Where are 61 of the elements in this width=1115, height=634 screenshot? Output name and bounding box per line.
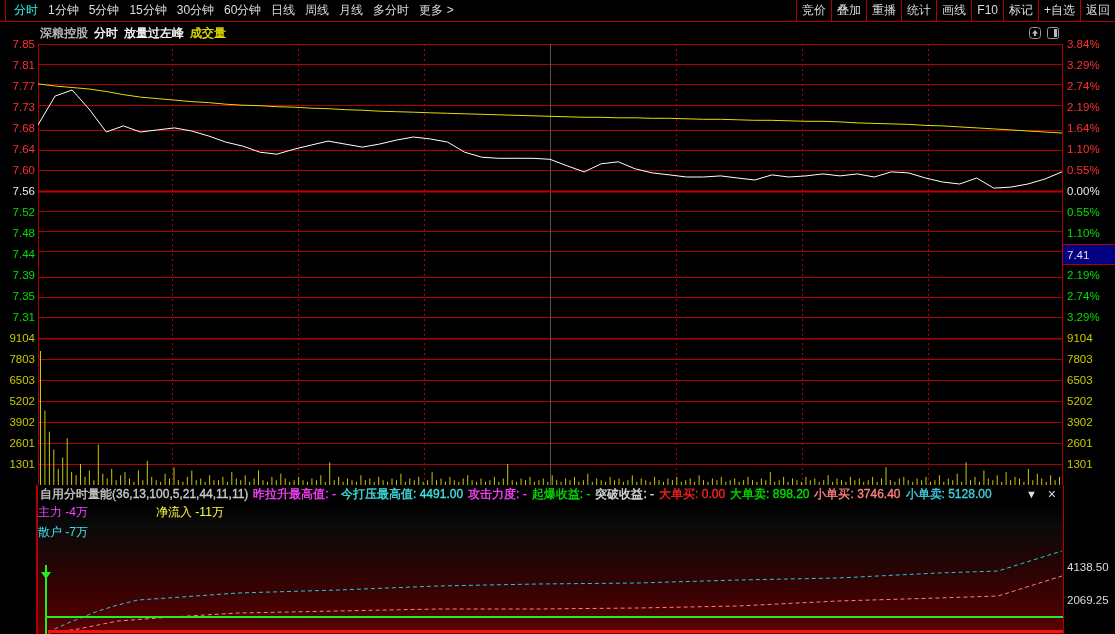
percent-axis-label: 3.84% bbox=[1066, 36, 1101, 52]
price-axis-label: 7.73 bbox=[11, 99, 36, 115]
volume-axis-label: 7803 bbox=[1066, 351, 1094, 367]
price-axis-label: 7.56 bbox=[11, 183, 36, 199]
volume-axis-label: 7803 bbox=[8, 351, 36, 367]
price-axis-label: 7.64 bbox=[11, 141, 36, 157]
indicator-value: 大单卖: 898.20 bbox=[730, 485, 810, 503]
percent-axis-label: 2.74% bbox=[1066, 288, 1101, 304]
indicator-value: 攻击力度: - bbox=[468, 485, 527, 503]
indicator-value: 突破收益: - bbox=[595, 485, 655, 503]
volume-axis-label: 5202 bbox=[1066, 393, 1094, 409]
price-axis-label: 7.39 bbox=[11, 267, 36, 283]
price-axis-label: 7.48 bbox=[11, 225, 36, 241]
price-axis-label: 7.77 bbox=[11, 78, 36, 94]
volume-axis-label: 1301 bbox=[1066, 456, 1094, 472]
percent-axis-label: 3.29% bbox=[1066, 57, 1101, 73]
percent-axis-label: 1.64% bbox=[1066, 120, 1101, 136]
percent-axis-label: 0.55% bbox=[1066, 204, 1101, 220]
price-axis-label: 7.81 bbox=[11, 57, 36, 73]
cursor-price-label: 7.41 bbox=[1063, 243, 1115, 265]
indicator-value: 小单买: 3746.40 bbox=[814, 485, 901, 503]
indicator-value: 今打压最高值: 4491.00 bbox=[341, 485, 464, 503]
indicator-title: 自用分时量能(36,13,100,5,21,44,11,11) bbox=[40, 485, 249, 503]
chart-title-text: 成交量 bbox=[190, 24, 226, 42]
percent-axis-label: 2.19% bbox=[1066, 267, 1101, 283]
percent-axis-label: 1.10% bbox=[1066, 141, 1101, 157]
price-axis-label: 7.85 bbox=[11, 36, 36, 52]
volume-axis-label: 2601 bbox=[8, 435, 36, 451]
price-axis-label: 7.44 bbox=[11, 246, 36, 262]
volume-axis-label: 6503 bbox=[8, 372, 36, 388]
money-flow-value: 散户 -7万 bbox=[38, 523, 88, 541]
volume-axis-label: 3902 bbox=[8, 414, 36, 430]
indicator-axis-label: 2069.25 bbox=[1066, 593, 1110, 607]
volume-axis-label: 3902 bbox=[1066, 414, 1094, 430]
volume-axis-label: 9104 bbox=[8, 330, 36, 346]
price-axis-label: 7.60 bbox=[11, 162, 36, 178]
indicator-value: 昨拉升最高值: - bbox=[253, 485, 336, 503]
price-axis-label: 7.52 bbox=[11, 204, 36, 220]
price-axis-label: 7.31 bbox=[11, 309, 36, 325]
percent-axis-label: 0.00% bbox=[1066, 183, 1101, 199]
percent-axis-label: 0.55% bbox=[1066, 162, 1101, 178]
indicator-value: 起爆收益: - bbox=[531, 485, 591, 503]
chart-title-text: 深粮控股 bbox=[40, 24, 88, 42]
money-flow-value: 净流入 -11万 bbox=[156, 503, 224, 521]
volume-axis-label: 6503 bbox=[1066, 372, 1094, 388]
percent-axis-label: 1.10% bbox=[1066, 225, 1101, 241]
percent-axis-label: 2.19% bbox=[1066, 99, 1101, 115]
volume-axis-label: 5202 bbox=[8, 393, 36, 409]
price-axis-label: 7.68 bbox=[11, 120, 36, 136]
chart-title-text: 放量过左峰 bbox=[124, 24, 184, 42]
volume-axis-label: 1301 bbox=[8, 456, 36, 472]
price-axis-label: 7.35 bbox=[11, 288, 36, 304]
percent-axis-label: 3.29% bbox=[1066, 309, 1101, 325]
indicator-value: 小单卖: 5128.00 bbox=[905, 485, 992, 503]
indicator-value: 大单买: 0.00 bbox=[659, 485, 726, 503]
percent-axis-label: 2.74% bbox=[1066, 78, 1101, 94]
chart-title-text: 分时 bbox=[94, 24, 118, 42]
money-flow-value: 主力 -4万 bbox=[38, 503, 88, 521]
volume-axis-label: 2601 bbox=[1066, 435, 1094, 451]
indicator-axis-label: 4138.50 bbox=[1066, 560, 1110, 574]
volume-axis-label: 9104 bbox=[1066, 330, 1094, 346]
